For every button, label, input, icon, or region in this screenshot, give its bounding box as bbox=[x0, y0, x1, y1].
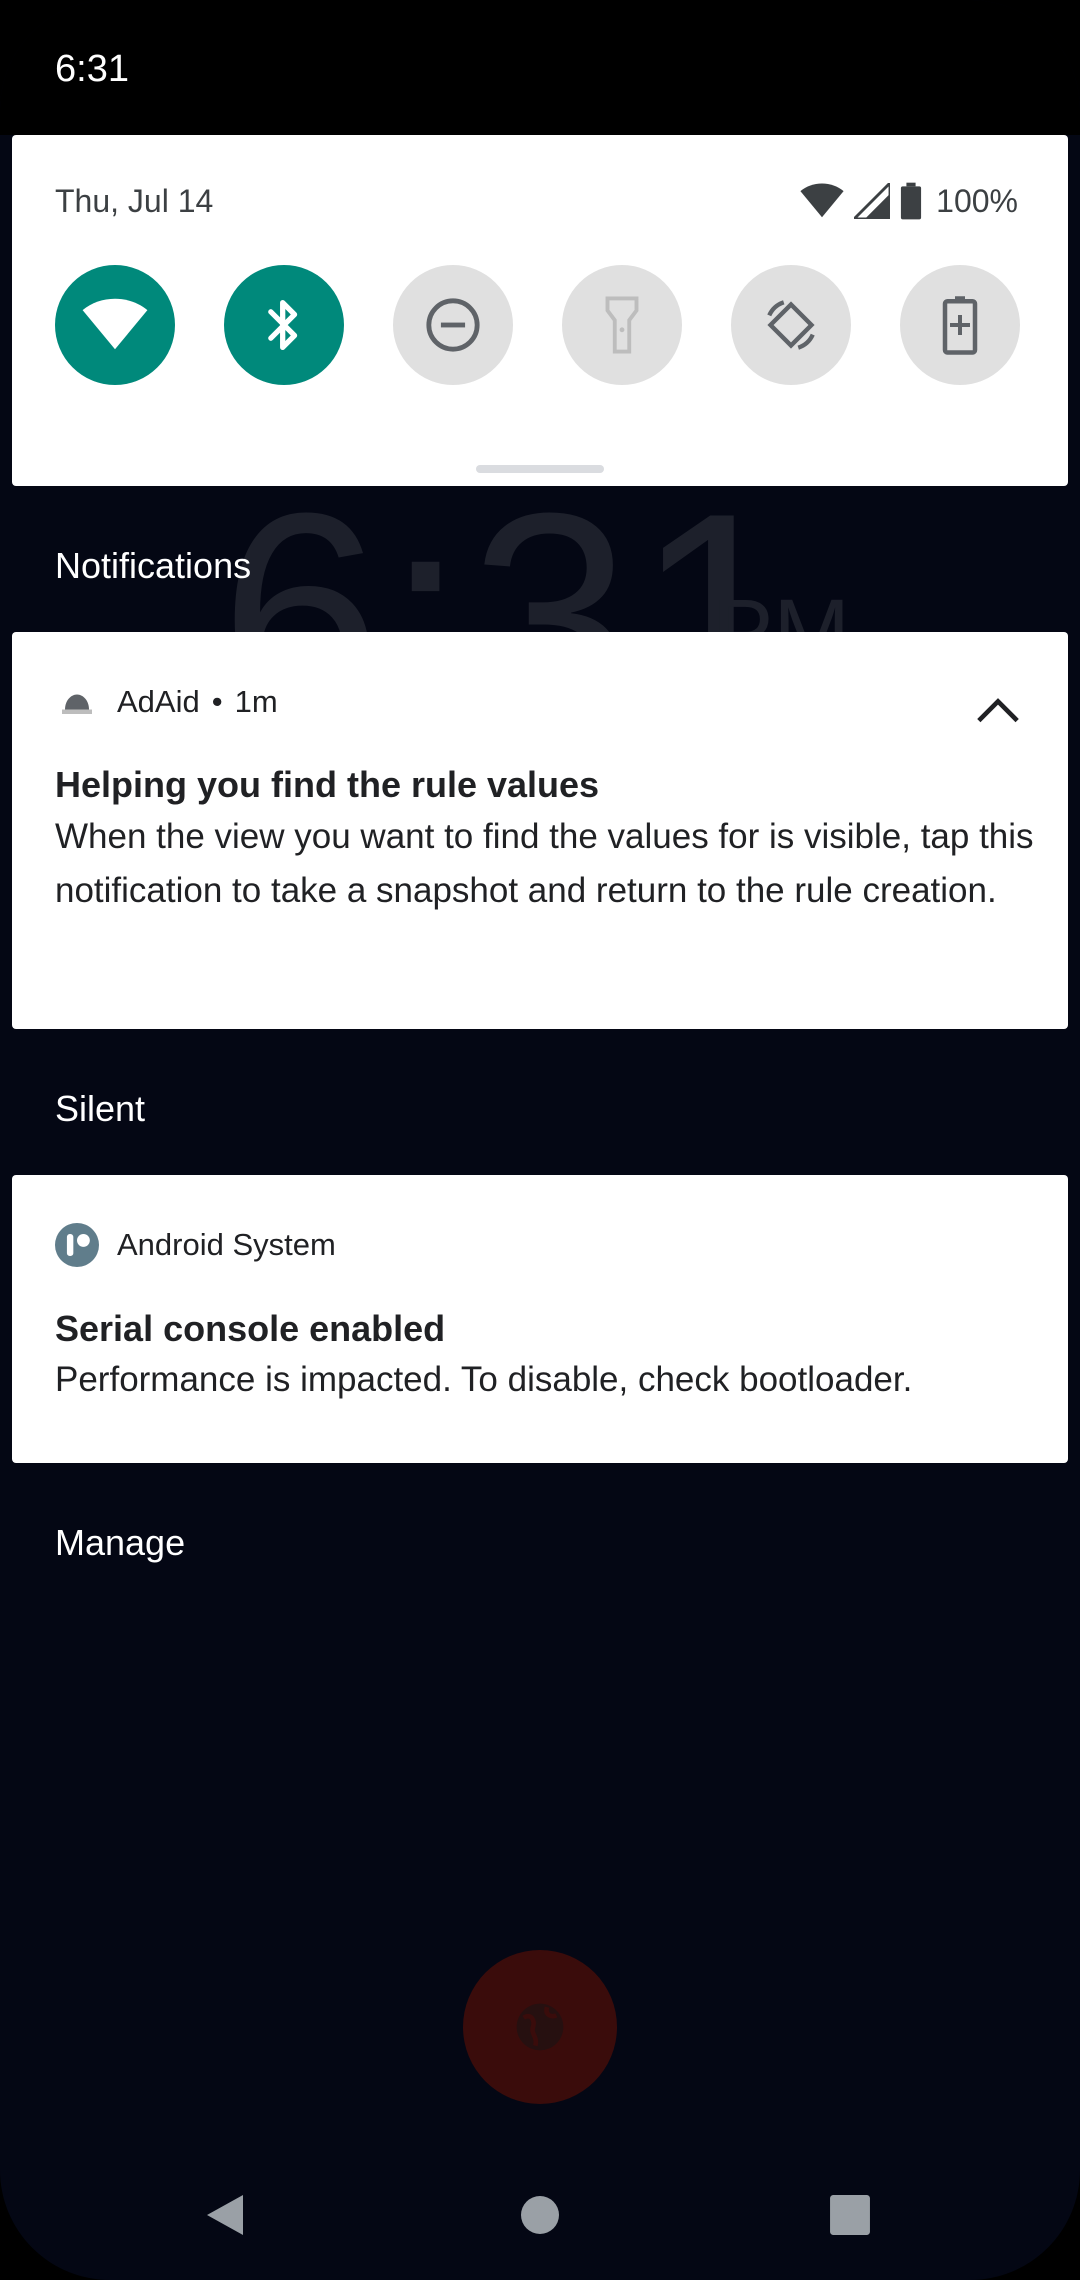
recents-icon bbox=[830, 2195, 870, 2235]
qs-tiles bbox=[55, 265, 1025, 385]
globe-icon bbox=[516, 2003, 564, 2051]
qs-tile-wifi[interactable] bbox=[55, 265, 175, 385]
notification-android-system[interactable]: Android System Serial console enabled Pe… bbox=[12, 1175, 1068, 1463]
device-screen: 6:31 6:31 PM Thu, Jul 14 100% bbox=[0, 0, 1080, 2280]
notification-header: AdAid • 1m bbox=[55, 680, 278, 724]
section-notifications-label: Notifications bbox=[55, 545, 252, 586]
section-silent-label: Silent bbox=[55, 1088, 146, 1129]
bluetooth-icon bbox=[268, 299, 298, 351]
chevron-up-icon bbox=[977, 698, 1019, 723]
cellular-signal-icon bbox=[854, 183, 891, 219]
flashlight-icon bbox=[605, 296, 639, 354]
nav-back-button[interactable] bbox=[175, 2180, 275, 2250]
battery-status-icon bbox=[901, 182, 922, 220]
android-app-icon bbox=[55, 680, 99, 724]
qs-tile-auto-rotate[interactable] bbox=[731, 265, 851, 385]
qs-date[interactable]: Thu, Jul 14 bbox=[55, 183, 213, 220]
nav-home-button[interactable] bbox=[490, 2180, 590, 2250]
navigation-bar bbox=[0, 2180, 1080, 2280]
notification-title: Serial console enabled bbox=[55, 1308, 446, 1349]
qs-drag-handle[interactable] bbox=[476, 465, 604, 473]
quick-settings-panel[interactable]: Thu, Jul 14 100% bbox=[12, 135, 1068, 486]
system-app-icon bbox=[55, 1223, 99, 1267]
qs-tile-do-not-disturb[interactable] bbox=[393, 265, 513, 385]
battery-percent: 100% bbox=[936, 182, 1018, 219]
wifi-icon bbox=[82, 298, 148, 350]
status-bar: 6:31 bbox=[0, 0, 1080, 135]
background-fab bbox=[463, 1950, 617, 2104]
dnd-icon bbox=[426, 298, 480, 352]
home-icon bbox=[521, 2196, 559, 2234]
notification-text: When the view you want to find the value… bbox=[55, 817, 1034, 910]
manage-button[interactable]: Manage bbox=[55, 1522, 185, 1564]
rotate-icon bbox=[767, 300, 815, 350]
notification-text: Performance is impacted. To disable, che… bbox=[55, 1360, 913, 1399]
status-time: 6:31 bbox=[55, 48, 129, 90]
notification-app-name: Android System bbox=[117, 1227, 336, 1262]
back-icon bbox=[207, 2195, 243, 2235]
notification-header: Android System bbox=[55, 1223, 336, 1267]
wifi-status-icon bbox=[800, 183, 844, 218]
qs-tile-flashlight[interactable] bbox=[562, 265, 682, 385]
notification-time: 1m bbox=[234, 684, 278, 719]
qs-status-icons: 100% bbox=[800, 179, 1018, 223]
notification-separator: • bbox=[211, 684, 223, 719]
notification-app-name: AdAid bbox=[117, 684, 200, 719]
notification-title: Helping you find the rule values bbox=[55, 764, 600, 805]
nav-recents-button[interactable] bbox=[800, 2180, 900, 2250]
notification-adaid[interactable]: AdAid • 1m Helping you find the rule val… bbox=[12, 632, 1068, 1029]
battery-saver-icon bbox=[942, 296, 978, 355]
qs-tile-bluetooth[interactable] bbox=[224, 265, 344, 385]
collapse-button[interactable] bbox=[968, 686, 1028, 736]
qs-tile-battery-saver[interactable] bbox=[900, 265, 1020, 385]
